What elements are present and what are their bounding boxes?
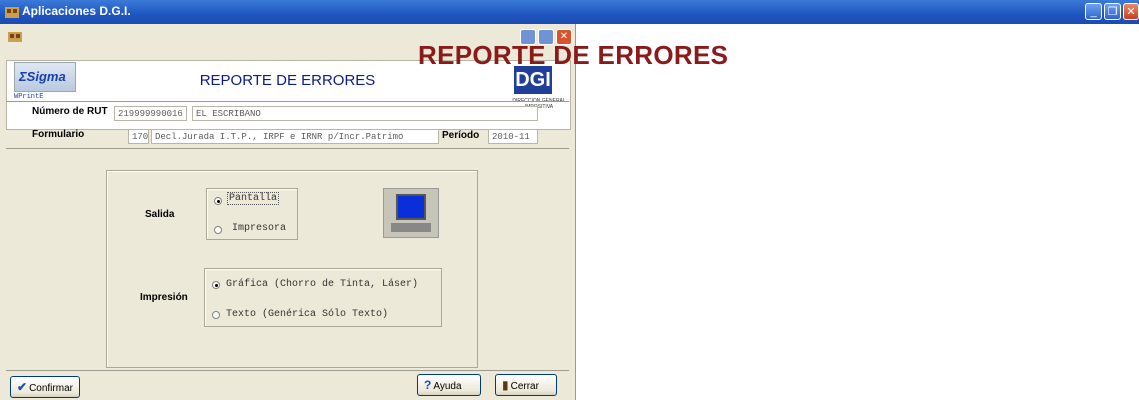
salida-pantalla-text: Pantalla bbox=[226, 192, 280, 205]
salida-impresora-label[interactable]: Impresora bbox=[232, 223, 286, 234]
monitor-icon bbox=[383, 188, 439, 238]
help-label: Ayuda bbox=[433, 381, 462, 392]
impresion-texto-label[interactable]: Texto (Genérica Sólo Texto) bbox=[226, 309, 388, 320]
salida-pantalla-label[interactable]: Pantalla bbox=[226, 192, 280, 205]
minimize-button[interactable]: _ bbox=[1085, 3, 1102, 20]
overlay-title: REPORTE DE ERRORES bbox=[418, 40, 729, 70]
app-title-bar: Aplicaciones D.G.I. _ ❐ ✕ bbox=[0, 0, 1139, 24]
divider bbox=[6, 101, 569, 102]
close-button[interactable]: ▮ Cerrar bbox=[495, 374, 557, 396]
dialog-heading: REPORTE DE ERRORES bbox=[199, 72, 376, 89]
period-label: Período bbox=[442, 130, 480, 141]
salida-label: Salida bbox=[145, 209, 175, 220]
form-code-field[interactable]: 1700 bbox=[128, 129, 149, 144]
rut-label: Número de RUT bbox=[32, 106, 108, 117]
help-button[interactable]: ? Ayuda bbox=[417, 374, 481, 396]
dialog-icon bbox=[8, 32, 22, 42]
confirm-label: Confirmar bbox=[29, 383, 73, 394]
app-title: Aplicaciones D.G.I. bbox=[22, 4, 131, 18]
salida-pantalla-radio[interactable] bbox=[214, 197, 222, 205]
salida-impresora-radio[interactable] bbox=[214, 226, 222, 234]
rut-field[interactable]: 219999990016 bbox=[114, 106, 187, 121]
impresion-grafica-radio[interactable] bbox=[212, 281, 220, 289]
period-field[interactable]: 2010-11 bbox=[488, 129, 538, 144]
divider bbox=[6, 148, 569, 149]
close-app-button[interactable]: ✕ bbox=[1123, 3, 1139, 20]
wprint-label: WPrintE bbox=[14, 93, 44, 101]
footer-divider bbox=[6, 370, 569, 371]
form-desc-field[interactable]: Decl.Jurada I.T.P., IRPF e IRNR p/Incr.P… bbox=[151, 129, 439, 144]
monitor-screen bbox=[396, 194, 426, 220]
door-icon: ▮ bbox=[502, 378, 509, 392]
impresion-grafica-label[interactable]: Gráfica (Chorro de Tinta, Láser) bbox=[226, 279, 418, 290]
name-field[interactable]: EL ESCRIBANO bbox=[192, 106, 538, 121]
impresion-texto-radio[interactable] bbox=[212, 311, 220, 319]
question-icon: ? bbox=[424, 378, 432, 392]
impresion-label: Impresión bbox=[140, 292, 188, 303]
monitor-base bbox=[391, 223, 431, 232]
confirm-button[interactable]: ✔ Confirmar bbox=[10, 376, 80, 398]
check-icon: ✔ bbox=[17, 380, 28, 394]
close-label: Cerrar bbox=[510, 381, 539, 392]
form-label: Formulario bbox=[32, 129, 85, 140]
app-icon bbox=[5, 7, 19, 18]
restore-button[interactable]: ❐ bbox=[1104, 3, 1121, 20]
